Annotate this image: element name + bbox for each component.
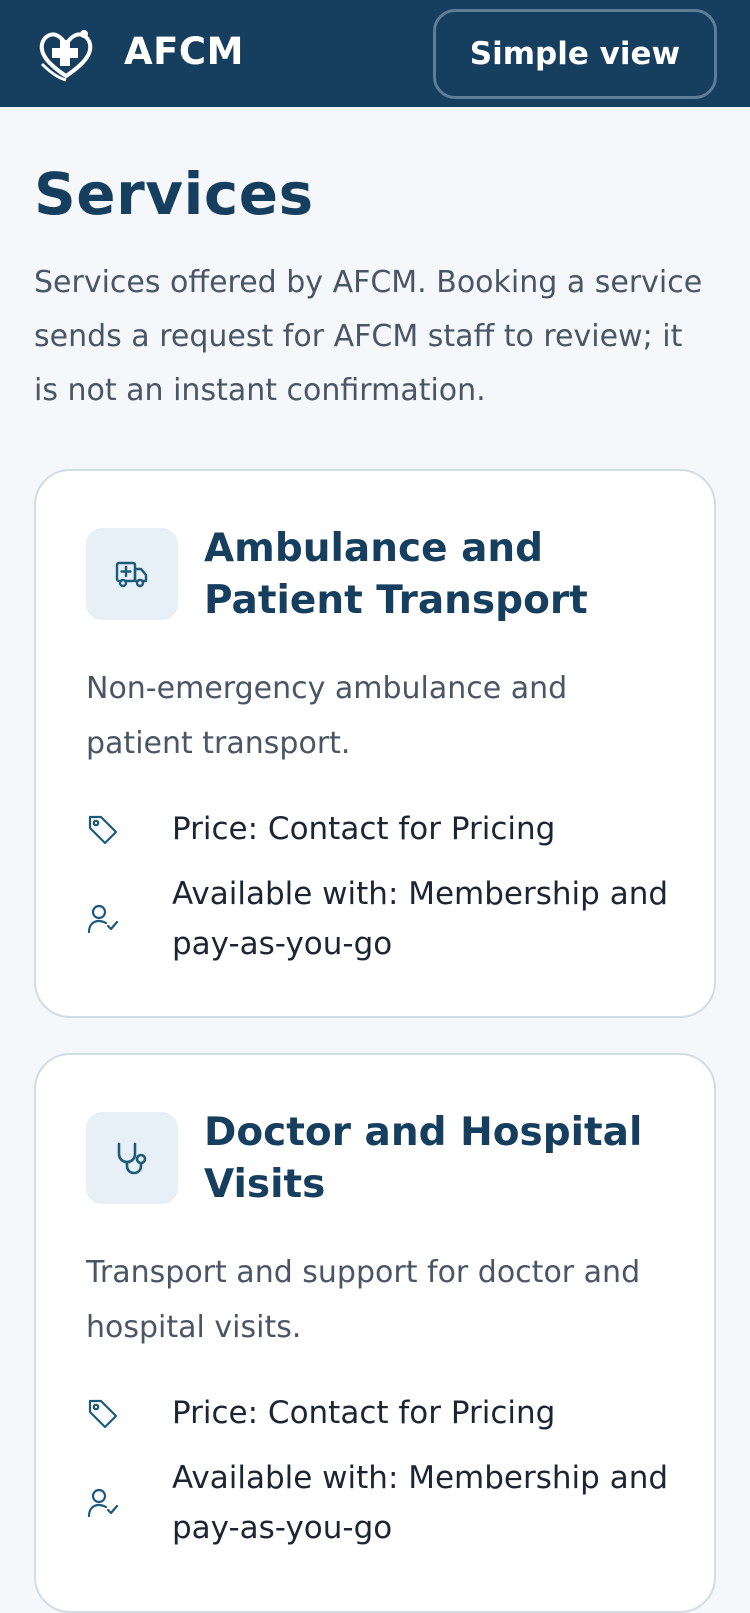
stethoscope-icon xyxy=(86,1112,178,1204)
availability-text: Available with: Membership and pay-as-yo… xyxy=(172,876,669,962)
page-intro: Services offered by AFCM. Booking a serv… xyxy=(34,265,703,408)
brand-name[interactable]: AFCM xyxy=(124,30,244,73)
user-check-icon xyxy=(86,1486,120,1520)
user-check-icon xyxy=(86,902,120,936)
price-text: Price: Contact for Pricing xyxy=(172,811,556,847)
afcm-logo-icon[interactable] xyxy=(36,24,96,84)
price-row: Price: Contact for Pricing xyxy=(86,804,555,854)
availability-text: Available with: Membership and pay-as-yo… xyxy=(172,1460,669,1546)
service-description: Transport and support for doctor and hos… xyxy=(86,1255,641,1345)
service-title: Ambulance and Patient Transport xyxy=(204,526,588,623)
price-text: Price: Contact for Pricing xyxy=(172,1395,556,1431)
service-card[interactable]: Ambulance and Patient Transport Non-emer… xyxy=(34,469,716,1018)
service-card[interactable]: Doctor and Hospital Visits Transport and… xyxy=(34,1053,716,1613)
simple-view-button[interactable]: Simple view xyxy=(433,9,717,99)
top-bar: AFCM Simple view xyxy=(0,0,750,107)
service-title: Doctor and Hospital Visits xyxy=(204,1110,643,1207)
price-tag-icon xyxy=(86,1396,120,1430)
price-row: Price: Contact for Pricing xyxy=(86,1388,555,1438)
service-description: Non-emergency ambulance and patient tran… xyxy=(86,671,568,761)
page-title: Services xyxy=(34,160,314,228)
price-tag-icon xyxy=(86,812,120,846)
ambulance-icon xyxy=(86,528,178,620)
